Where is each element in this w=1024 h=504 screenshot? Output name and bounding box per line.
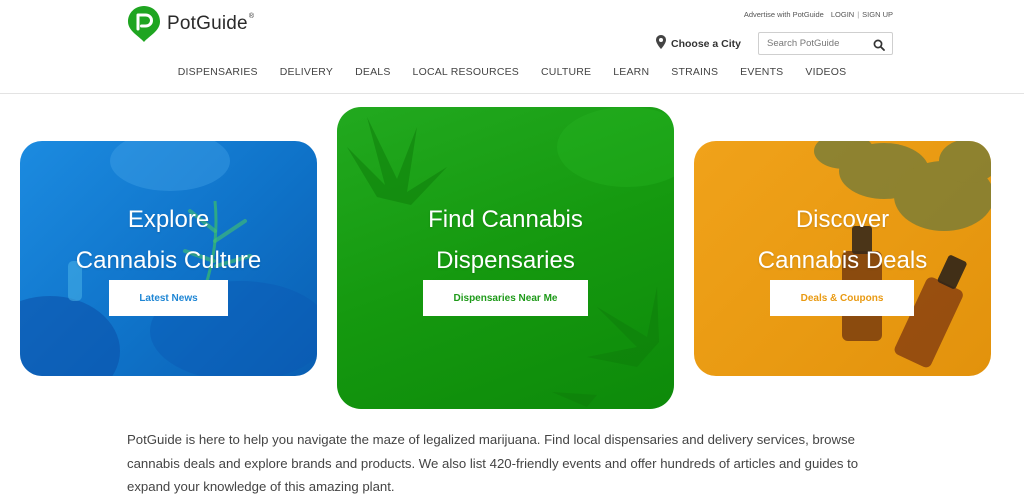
nav-culture[interactable]: CULTURE	[530, 66, 602, 78]
nav-learn[interactable]: LEARN	[602, 66, 660, 78]
latest-news-button[interactable]: Latest News	[109, 280, 228, 316]
intro-paragraph: PotGuide is here to help you navigate th…	[127, 432, 859, 494]
discover-deals-card[interactable]: Discover Cannabis Deals Deals & Coupons	[694, 141, 991, 376]
card-title: Explore Cannabis Culture	[75, 206, 262, 274]
logo-text: PotGuide®	[167, 13, 255, 34]
top-links: Advertise with PotGuide LOGIN | SIGN UP	[744, 10, 893, 19]
nav-strains[interactable]: STRAINS	[660, 66, 729, 78]
logo-pin-icon	[127, 5, 161, 43]
choose-city-button[interactable]: Choose a City	[656, 35, 741, 52]
nav-local-resources[interactable]: LOCAL RESOURCES	[402, 66, 530, 78]
potguide-logo[interactable]: PotGuide®	[127, 5, 254, 43]
nav-deals[interactable]: DEALS	[344, 66, 401, 78]
main-nav: DISPENSARIES DELIVERY DEALS LOCAL RESOUR…	[0, 66, 1024, 78]
signup-link[interactable]: SIGN UP	[862, 10, 893, 19]
search-box	[758, 32, 893, 55]
link-separator: |	[857, 10, 860, 19]
login-link[interactable]: LOGIN	[831, 10, 854, 19]
advertise-link[interactable]: Advertise with PotGuide	[744, 10, 824, 19]
choose-city-label: Choose a City	[671, 37, 742, 50]
search-icon[interactable]	[873, 38, 885, 56]
nav-delivery[interactable]: DELIVERY	[269, 66, 344, 78]
deals-coupons-button[interactable]: Deals & Coupons	[770, 280, 914, 316]
find-dispensaries-card[interactable]: Find Cannabis Dispensaries Dispensaries …	[337, 107, 674, 409]
explore-culture-card[interactable]: Explore Cannabis Culture Latest News	[20, 141, 317, 376]
location-pin-icon	[656, 35, 666, 52]
site-header: PotGuide® Advertise with PotGuide LOGIN …	[0, 0, 1024, 94]
nav-dispensaries[interactable]: DISPENSARIES	[167, 66, 269, 78]
card-title: Find Cannabis Dispensaries	[428, 206, 583, 274]
nav-videos[interactable]: VIDEOS	[794, 66, 857, 78]
nav-events[interactable]: EVENTS	[729, 66, 794, 78]
dispensaries-near-me-button[interactable]: Dispensaries Near Me	[423, 280, 588, 316]
search-input[interactable]	[759, 33, 869, 54]
card-title: Discover Cannabis Deals	[757, 206, 928, 274]
